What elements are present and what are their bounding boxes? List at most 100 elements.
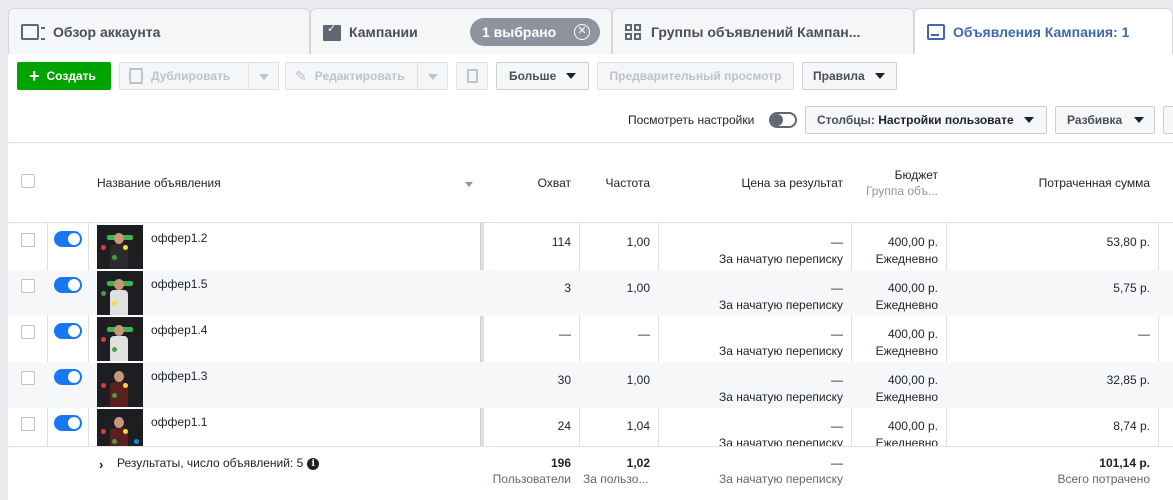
- ad-status-toggle[interactable]: [54, 231, 82, 247]
- select-all-checkbox[interactable]: [21, 174, 35, 188]
- rules-button[interactable]: Правила: [802, 62, 897, 90]
- tab-label: Кампании: [349, 23, 418, 40]
- chevron-down-icon: [1023, 117, 1034, 123]
- ad-status-toggle[interactable]: [54, 277, 82, 293]
- col-frequency[interactable]: Частота: [606, 176, 650, 190]
- columns-value: Настройки пользовате: [878, 113, 1014, 127]
- more-button[interactable]: Больше: [496, 62, 589, 90]
- pencil-icon: ✎: [295, 67, 307, 84]
- selection-pill[interactable]: 1 выбрано ✕: [470, 18, 600, 46]
- ad-name[interactable]: оффер1.1: [151, 415, 207, 429]
- ad-budget-sub: Ежедневно: [875, 344, 938, 358]
- table-row[interactable]: оффер1.2 114 1,00 — За начатую переписку…: [8, 224, 1173, 270]
- ad-icon: [927, 24, 945, 40]
- table-footer-totals: › Результаты, число объявлений: 5i 196 П…: [8, 446, 1173, 500]
- chevron-down-icon: [1134, 117, 1145, 123]
- totals-reach: 196: [550, 456, 571, 470]
- totals-cpr: —: [831, 456, 843, 470]
- ad-budget-sub: Ежедневно: [875, 298, 938, 312]
- edit-label: Редактировать: [314, 69, 405, 83]
- ad-cpr-sub: За начатую переписку: [718, 344, 843, 358]
- view-settings-label: Посмотреть настройки: [628, 113, 755, 127]
- col-spent[interactable]: Потраченная сумма: [1039, 176, 1150, 190]
- preview-button[interactable]: Предварительный просмотр: [597, 62, 794, 90]
- create-label: Создать: [46, 69, 96, 83]
- row-checkbox[interactable]: [21, 279, 35, 293]
- ad-spent: 5,75 р.: [1113, 281, 1150, 295]
- ad-thumbnail[interactable]: [97, 271, 143, 315]
- ad-reach: 114: [551, 235, 571, 249]
- ad-frequency: 1,00: [626, 235, 650, 249]
- ad-cpr: —: [831, 419, 843, 433]
- row-checkbox[interactable]: [21, 371, 35, 385]
- duplicate-icon: [129, 68, 143, 84]
- chevron-down-icon: [566, 73, 577, 79]
- account-overview-icon: [21, 23, 45, 40]
- col-budget-sub: Группа объ...: [865, 184, 938, 198]
- ad-status-toggle[interactable]: [54, 323, 82, 339]
- col-cost-per-result[interactable]: Цена за результат: [742, 176, 843, 190]
- export-button[interactable]: [1163, 106, 1173, 134]
- row-checkbox[interactable]: [21, 417, 35, 431]
- ad-frequency: 1,00: [626, 373, 650, 387]
- ad-thumbnail[interactable]: [97, 225, 143, 269]
- ads-table: Название объявления Охват Частота Цена з…: [8, 142, 1173, 500]
- ad-thumbnail[interactable]: [97, 317, 143, 361]
- table-row[interactable]: оффер1.5 3 1,00 — За начатую переписку 4…: [8, 270, 1173, 316]
- clear-selection-icon[interactable]: ✕: [574, 24, 590, 40]
- breakdown-dropdown[interactable]: Разбивка: [1055, 106, 1155, 134]
- more-label: Больше: [509, 69, 557, 83]
- tab-ads[interactable]: Объявления Кампания: 1: [914, 8, 1173, 55]
- totals-label: Результаты, число объявлений: 5i: [117, 456, 320, 470]
- info-icon[interactable]: i: [307, 457, 320, 470]
- clipboard-button[interactable]: [456, 62, 488, 90]
- ads-panel: + Создать Дублировать ✎ Редактировать Бо…: [8, 54, 1173, 500]
- table-row[interactable]: оффер1.3 30 1,00 — За начатую переписку …: [8, 362, 1173, 408]
- ad-name[interactable]: оффер1.2: [151, 231, 207, 245]
- create-button[interactable]: + Создать: [17, 62, 111, 90]
- ad-frequency: 1,00: [626, 281, 650, 295]
- ad-thumbnail[interactable]: [97, 363, 143, 407]
- secondary-toolbar: Посмотреть настройки Столбцы: Настройки …: [8, 104, 1173, 134]
- tab-ad-sets[interactable]: Группы объявлений Кампан...: [612, 8, 914, 54]
- chevron-down-icon[interactable]: [259, 74, 269, 80]
- ad-cpr-sub: За начатую переписку: [718, 252, 843, 266]
- ad-name[interactable]: оффер1.4: [151, 323, 207, 337]
- ad-spent: 32,85 р.: [1106, 373, 1150, 387]
- preview-label: Предварительный просмотр: [609, 69, 782, 83]
- sort-caret-icon[interactable]: [465, 182, 473, 187]
- expand-chevron-icon[interactable]: ›: [99, 457, 103, 472]
- tab-account-overview[interactable]: Обзор аккаунта: [8, 8, 310, 54]
- col-name[interactable]: Название объявления: [97, 176, 221, 190]
- rules-label: Правила: [813, 69, 865, 83]
- ad-budget: 400,00 р.: [887, 281, 938, 295]
- duplicate-button[interactable]: Дублировать: [119, 62, 279, 90]
- ad-reach: 24: [557, 419, 571, 433]
- view-settings-toggle[interactable]: [769, 112, 797, 128]
- ad-frequency: 1,04: [626, 419, 650, 433]
- tab-bar: Обзор аккаунта Кампании Группы объявлени…: [0, 0, 1173, 55]
- col-reach[interactable]: Охват: [538, 176, 571, 190]
- totals-text: Результаты, число объявлений: 5: [117, 456, 304, 470]
- ad-cpr: —: [831, 281, 843, 295]
- ad-name[interactable]: оффер1.5: [151, 277, 207, 291]
- ad-reach: 3: [564, 281, 571, 295]
- ad-budget: 400,00 р.: [887, 327, 938, 341]
- main-toolbar: + Создать Дублировать ✎ Редактировать Бо…: [8, 54, 1173, 98]
- ad-name[interactable]: оффер1.3: [151, 369, 207, 383]
- chevron-down-icon: [874, 73, 885, 79]
- col-budget[interactable]: Бюджет Группа объ...: [866, 168, 938, 198]
- tab-label: Обзор аккаунта: [53, 23, 161, 40]
- ad-budget: 400,00 р.: [887, 419, 938, 433]
- chevron-down-icon[interactable]: [428, 74, 438, 80]
- ad-sets-grid-icon: [625, 23, 643, 40]
- col-budget-label: Бюджет: [894, 168, 938, 182]
- ad-status-toggle[interactable]: [54, 415, 82, 431]
- ad-status-toggle[interactable]: [54, 369, 82, 385]
- table-row[interactable]: оффер1.4 — — — За начатую переписку 400,…: [8, 316, 1173, 362]
- edit-button[interactable]: ✎ Редактировать: [285, 62, 448, 90]
- totals-spent: 101,14 р.: [1099, 456, 1150, 470]
- columns-dropdown[interactable]: Столбцы: Настройки пользовате: [805, 106, 1047, 134]
- row-checkbox[interactable]: [21, 233, 35, 247]
- row-checkbox[interactable]: [21, 325, 35, 339]
